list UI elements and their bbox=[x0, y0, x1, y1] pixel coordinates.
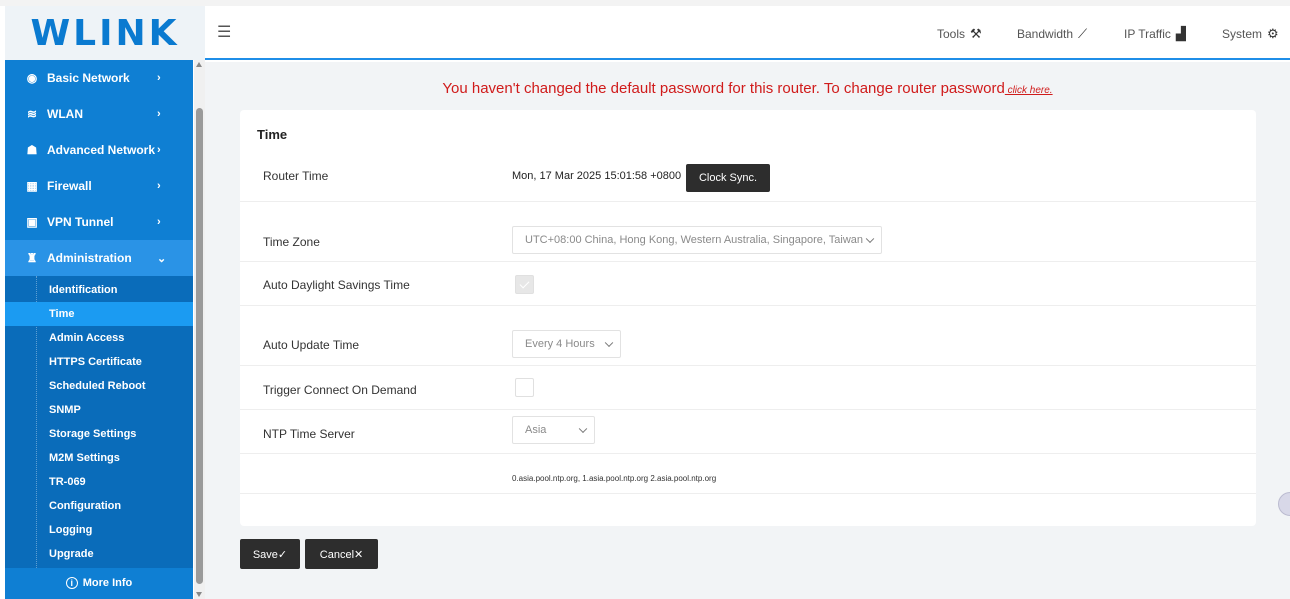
vpn-icon: ▣ bbox=[26, 215, 38, 229]
sidebar-item-label: Basic Network bbox=[47, 71, 130, 85]
logo-text: WLINK bbox=[30, 12, 180, 54]
more-info-link[interactable]: i More Info bbox=[5, 568, 193, 598]
auto-dst-checkbox[interactable] bbox=[515, 275, 534, 294]
nav-system[interactable]: System ⚙ bbox=[1222, 26, 1279, 42]
auto-dst-row: Auto Daylight Savings Time bbox=[240, 262, 1256, 306]
advanced-network-icon: ☗ bbox=[26, 143, 38, 157]
chevron-right-icon: › bbox=[157, 216, 161, 228]
trigger-connect-label: Trigger Connect On Demand bbox=[263, 383, 417, 397]
change-password-link[interactable]: click here. bbox=[1005, 85, 1053, 96]
chevron-down-icon bbox=[578, 424, 588, 434]
card-title: Time bbox=[257, 127, 288, 142]
clock-sync-button[interactable]: Clock Sync. bbox=[686, 164, 770, 192]
chevron-right-icon: › bbox=[157, 180, 161, 192]
sidebar-item-administration[interactable]: ♜ Administration ⌄ bbox=[5, 240, 193, 276]
chevron-down-icon bbox=[865, 234, 875, 244]
sidebar-item-label: Firewall bbox=[47, 179, 92, 193]
submenu-admin-access[interactable]: Admin Access bbox=[5, 326, 193, 350]
chevron-down-icon: ⌄ bbox=[157, 252, 167, 265]
submenu-time[interactable]: Time bbox=[5, 302, 193, 326]
time-zone-label: Time Zone bbox=[263, 235, 320, 249]
scroll-up-arrow-icon[interactable] bbox=[196, 62, 202, 67]
nav-system-label: System bbox=[1222, 27, 1263, 41]
nav-ip-traffic-label: IP Traffic bbox=[1124, 27, 1171, 41]
administration-submenu: Identification Time Admin Access HTTPS C… bbox=[5, 276, 193, 568]
scrollbar-thumb[interactable] bbox=[196, 108, 203, 584]
sidebar-item-basic-network[interactable]: ◉ Basic Network › bbox=[5, 60, 193, 96]
tools-icon: ⚒ bbox=[970, 26, 982, 41]
submenu-snmp[interactable]: SNMP bbox=[5, 398, 193, 422]
router-time-label: Router Time bbox=[263, 169, 329, 183]
ntp-server-value: Asia bbox=[525, 424, 547, 436]
auto-update-label: Auto Update Time bbox=[263, 338, 360, 352]
wifi-icon: ≋ bbox=[26, 107, 38, 121]
cancel-button[interactable]: Cancel✕ bbox=[305, 539, 378, 569]
submenu-logging[interactable]: Logging bbox=[5, 518, 193, 542]
sidebar-scrollbar[interactable] bbox=[194, 60, 205, 599]
auto-update-value: Every 4 Hours bbox=[525, 338, 595, 350]
scroll-down-arrow-icon[interactable] bbox=[196, 592, 202, 597]
administration-icon: ♜ bbox=[26, 251, 38, 265]
nav-tools[interactable]: Tools ⚒ bbox=[937, 26, 982, 42]
time-zone-value: UTC+08:00 China, Hong Kong, Western Aust… bbox=[525, 234, 864, 246]
ntp-server-label: NTP Time Server bbox=[263, 427, 355, 441]
main-content: You haven't changed the default password… bbox=[205, 62, 1290, 599]
chevron-right-icon: › bbox=[157, 144, 161, 156]
sidebar-item-label: Advanced Network bbox=[47, 143, 156, 157]
sidebar-item-label: Administration bbox=[47, 251, 132, 265]
nav-ip-traffic[interactable]: IP Traffic ▟ bbox=[1124, 26, 1186, 42]
area-chart-icon: ▟ bbox=[1175, 26, 1186, 41]
auto-dst-label: Auto Daylight Savings Time bbox=[263, 278, 410, 292]
brand-logo[interactable]: WLINK bbox=[5, 6, 205, 60]
warning-text: You haven't changed the default password… bbox=[442, 80, 1005, 97]
trigger-connect-row: Trigger Connect On Demand bbox=[240, 366, 1256, 410]
submenu-upgrade[interactable]: Upgrade bbox=[5, 542, 193, 566]
chevron-right-icon: › bbox=[157, 72, 161, 84]
chevron-down-icon bbox=[604, 338, 614, 348]
ntp-server-select[interactable]: Asia bbox=[512, 416, 595, 444]
trigger-connect-checkbox[interactable] bbox=[515, 378, 534, 397]
submenu-configuration[interactable]: Configuration bbox=[5, 494, 193, 518]
sidebar-item-vpn-tunnel[interactable]: ▣ VPN Tunnel › bbox=[5, 204, 193, 240]
save-button[interactable]: Save✓ bbox=[240, 539, 300, 569]
sidebar-item-wlan[interactable]: ≋ WLAN › bbox=[5, 96, 193, 132]
ntp-server-list: 0.asia.pool.ntp.org, 1.asia.pool.ntp.org… bbox=[512, 474, 717, 483]
nav-bandwidth-label: Bandwidth bbox=[1017, 27, 1074, 41]
auto-update-row: Auto Update Time bbox=[240, 306, 1256, 366]
submenu-identification[interactable]: Identification bbox=[5, 278, 193, 302]
submenu-https-certificate[interactable]: HTTPS Certificate bbox=[5, 350, 193, 374]
time-settings-card: Time Router Time Mon, 17 Mar 2025 15:01:… bbox=[240, 110, 1256, 526]
gear-icon: ⚙ bbox=[1267, 26, 1279, 41]
network-icon: ◉ bbox=[26, 71, 38, 85]
time-zone-select[interactable]: UTC+08:00 China, Hong Kong, Western Aust… bbox=[512, 226, 882, 254]
submenu-scheduled-reboot[interactable]: Scheduled Reboot bbox=[5, 374, 193, 398]
top-header: ☰ Tools ⚒ Bandwidth ⟋ IP Traffic ▟ Syste… bbox=[205, 6, 1290, 60]
submenu-storage-settings[interactable]: Storage Settings bbox=[5, 422, 193, 446]
default-password-warning: You haven't changed the default password… bbox=[205, 80, 1290, 97]
auto-update-select[interactable]: Every 4 Hours bbox=[512, 330, 621, 358]
nav-bandwidth[interactable]: Bandwidth ⟋ bbox=[1017, 26, 1087, 42]
submenu-m2m-settings[interactable]: M2M Settings bbox=[5, 446, 193, 470]
sidebar: ◉ Basic Network › ≋ WLAN › ☗ Advanced Ne… bbox=[5, 60, 193, 599]
hamburger-menu-icon[interactable]: ☰ bbox=[217, 22, 231, 42]
line-chart-icon: ⟋ bbox=[1078, 26, 1088, 41]
chevron-right-icon: › bbox=[157, 108, 161, 120]
submenu-tr-069[interactable]: TR-069 bbox=[5, 470, 193, 494]
sidebar-item-label: WLAN bbox=[47, 107, 83, 121]
nav-tools-label: Tools bbox=[937, 27, 966, 41]
sidebar-item-firewall[interactable]: ▦ Firewall › bbox=[5, 168, 193, 204]
firewall-icon: ▦ bbox=[26, 179, 38, 193]
ntp-server-row: NTP Time Server bbox=[240, 410, 1256, 454]
router-time-value: Mon, 17 Mar 2025 15:01:58 +0800 bbox=[512, 170, 682, 182]
ntp-list-row bbox=[240, 454, 1256, 494]
more-info-label: More Info bbox=[82, 577, 133, 589]
info-icon: i bbox=[65, 577, 78, 589]
sidebar-item-label: VPN Tunnel bbox=[47, 215, 114, 229]
sidebar-item-advanced-network[interactable]: ☗ Advanced Network › bbox=[5, 132, 193, 168]
